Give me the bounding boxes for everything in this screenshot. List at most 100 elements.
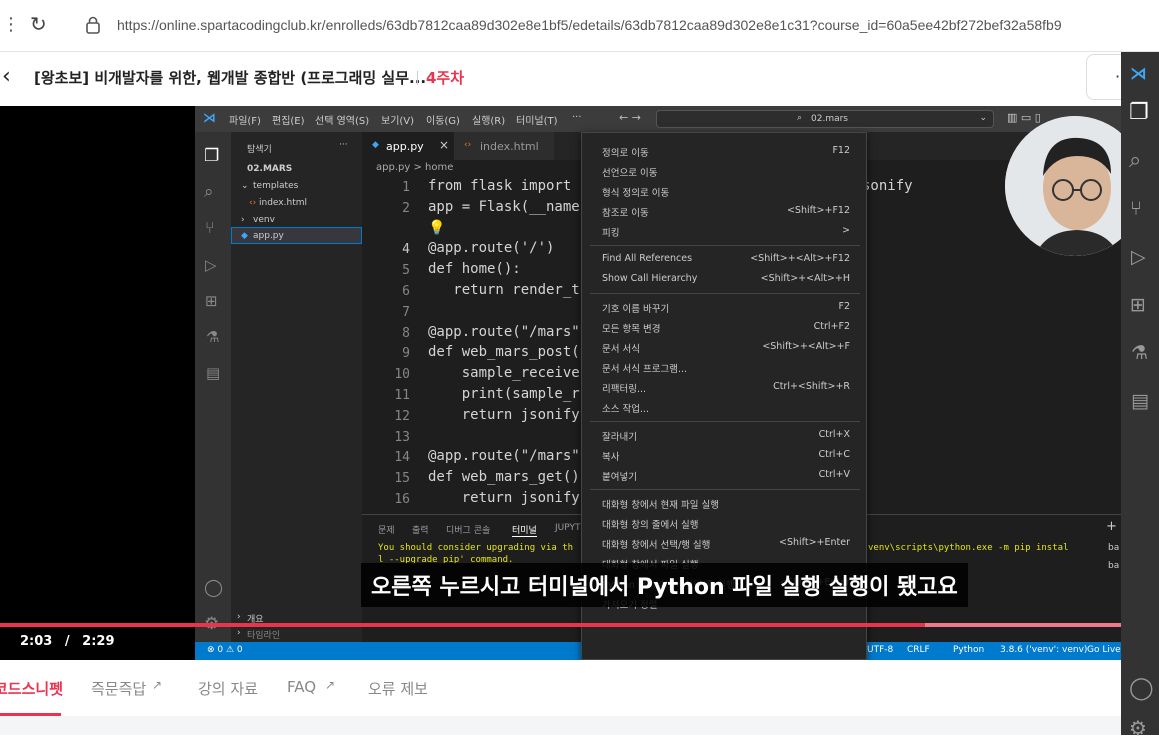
search-icon[interactable]: ⌕ [1129, 148, 1141, 173]
back-icon[interactable]: ‹ [2, 64, 11, 89]
chevron-right-icon: › [241, 215, 245, 225]
extensions-icon[interactable]: ⊞ [205, 292, 218, 310]
line-number: 9 [402, 346, 410, 362]
line-number: 5 [402, 263, 410, 279]
context-menu-item[interactable]: 형식 정의로 이동 [582, 182, 866, 200]
menu-selection[interactable]: 선택 영역(S) [315, 112, 369, 127]
context-menu-item[interactable]: 기호 이름 바꾸기 F2 [582, 298, 866, 316]
status-encoding[interactable]: UTF-8 [867, 645, 893, 655]
menu-terminal[interactable]: 터미널(T) [516, 112, 558, 127]
address-bar[interactable]: https://online.spartacodingclub.kr/enrol… [70, 8, 1120, 44]
context-menu-item[interactable]: 정의로 이동 F12 [582, 142, 866, 160]
command-search[interactable]: ⌕ 02.mars ⌄ [656, 110, 994, 128]
explorer-icon[interactable]: ❐ [204, 146, 219, 166]
tab-materials[interactable]: 강의 자료 [198, 678, 258, 699]
timeline-section[interactable]: 타임라인 [247, 628, 280, 641]
testing-icon[interactable]: ⚗ [206, 328, 219, 346]
tree-item-venv[interactable]: venv [253, 215, 275, 225]
tab-error-report[interactable]: 오류 제보 [368, 678, 428, 699]
code-line: def web_mars_post( [428, 344, 580, 361]
close-icon[interactable]: × [439, 138, 449, 152]
context-menu-shortcut: Ctrl+C [818, 449, 851, 460]
run-debug-icon[interactable]: ▷ [1131, 246, 1146, 268]
context-menu-item[interactable]: 붙여넣기 Ctrl+V [582, 466, 866, 484]
current-time: 2:03 [20, 634, 53, 649]
tree-item-index-html[interactable]: index.html [259, 198, 307, 208]
context-menu-item[interactable]: 대화형 창에서 현재 파일 실행 [582, 494, 866, 512]
context-menu-item[interactable]: 소스 작업... [582, 398, 866, 416]
context-menu-separator [590, 489, 860, 490]
context-menu-item[interactable]: Show Call Hierarchy <Shift>+<Alt>+H [582, 270, 866, 288]
context-menu-item[interactable]: 복사 Ctrl+C [582, 446, 866, 464]
course-header: ‹ [왕초보] 비개발자를 위한, 웹개발 종합반 (프로그래밍 실무... 4… [0, 52, 1159, 106]
status-golive[interactable]: Go Live [1087, 645, 1121, 655]
source-control-icon[interactable]: ⑂ [1130, 196, 1142, 220]
menu-view[interactable]: 보기(V) [381, 112, 414, 127]
panel-tab-terminal[interactable]: 터미널 [512, 523, 537, 537]
menu-edit[interactable]: 편집(E) [272, 112, 305, 127]
context-menu-item[interactable]: 모든 항목 변경 Ctrl+F2 [582, 318, 866, 336]
context-menu-item[interactable]: 피킹 > [582, 222, 866, 240]
menu-run[interactable]: 실행(R) [472, 112, 505, 127]
menu-icon[interactable]: ⋮ [2, 14, 20, 35]
tab-qna[interactable]: 즉문즉답 [91, 678, 146, 699]
tab-code-snippet[interactable]: 코드스니펫 [0, 678, 63, 699]
url-text: https://online.spartacodingclub.kr/enrol… [117, 17, 1062, 33]
nav-arrows-icon[interactable]: ← → [619, 111, 641, 124]
explorer-title: 탐색기 [247, 145, 272, 155]
context-menu-item[interactable]: 대화형 창의 줄에서 실행 [582, 514, 866, 532]
run-debug-icon[interactable]: ▷ [205, 256, 217, 274]
terminal-entry-1[interactable]: ba [1108, 543, 1119, 553]
menu-file[interactable]: 파일(F) [229, 112, 261, 127]
extensions-icon[interactable]: ⊞ [1130, 294, 1146, 316]
menu-go[interactable]: 이동(G) [426, 112, 460, 127]
context-menu-shortcut: <Shift>+<Alt>+F12 [750, 253, 850, 264]
explorer-icon[interactable]: ❐ [1129, 100, 1149, 125]
refresh-icon[interactable]: ↻ [30, 12, 47, 36]
terminal-entry-2[interactable]: ba [1108, 561, 1119, 571]
progress-bar[interactable] [0, 623, 1121, 627]
context-menu-item[interactable]: 참조로 이동 <Shift>+F12 [582, 202, 866, 220]
account-icon[interactable]: ◯ [1129, 676, 1154, 701]
title-divider [417, 71, 418, 85]
menu-more[interactable]: ··· [572, 112, 582, 123]
notebook-icon[interactable]: ▤ [1131, 390, 1149, 412]
html-file-icon: ‹› [464, 140, 472, 150]
search-icon[interactable]: ⌕ [204, 182, 214, 202]
add-terminal-icon[interactable]: + [1106, 519, 1117, 534]
context-menu-item[interactable]: 잘라내기 Ctrl+X [582, 426, 866, 444]
context-menu-item[interactable]: 문서 서식 프로그램... [582, 358, 866, 376]
line-number: 7 [402, 304, 410, 320]
context-menu-item[interactable]: 대화형 창에서 선택/행 실행 <Shift>+Enter [582, 534, 866, 552]
code-line: return render_t [428, 282, 580, 298]
source-control-icon[interactable]: ⑂ [205, 218, 215, 237]
python-file-icon: ◆ [241, 231, 248, 241]
status-interpreter[interactable]: 3.8.6 ('venv': venv) [1000, 645, 1087, 655]
tab-index-html[interactable]: ‹› index.html [454, 132, 554, 160]
tab-faq[interactable]: FAQ [287, 678, 316, 696]
status-eol[interactable]: CRLF [907, 645, 930, 655]
account-icon[interactable]: ◯ [204, 578, 223, 598]
tree-item-app-py[interactable]: app.py [253, 231, 284, 241]
video-player[interactable]: ⋊ 파일(F) 편집(E) 선택 영역(S) 보기(V) 이동(G) 실행(R)… [0, 106, 1121, 660]
tab-app-py[interactable]: ◆ app.py × [362, 132, 454, 160]
code-line-tail: sonify [862, 178, 913, 194]
tree-item-templates[interactable]: templates [253, 181, 298, 191]
panel-tab-output[interactable]: 출력 [412, 523, 429, 536]
panel-tab-problems[interactable]: 문제 [378, 523, 395, 536]
context-menu-item[interactable]: 문서 서식 <Shift>+<Alt>+F [582, 338, 866, 356]
context-menu-item[interactable]: 선언으로 이동 [582, 162, 866, 180]
context-menu-item[interactable]: 리팩터링... Ctrl+<Shift>+R [582, 378, 866, 396]
line-number: 10 [394, 367, 410, 383]
panel-tab-debug[interactable]: 디버그 콘솔 [446, 523, 490, 536]
code-line: def home(): [428, 261, 521, 278]
testing-icon[interactable]: ⚗ [1131, 342, 1148, 364]
context-menu-item[interactable]: Find All References <Shift>+<Alt>+F12 [582, 250, 866, 268]
status-problems[interactable]: ⊗ 0 ⚠ 0 [207, 645, 243, 655]
tree-item-02mars[interactable]: 02.MARS [247, 164, 292, 174]
explorer-more-icon[interactable]: ··· [339, 140, 348, 150]
notebook-icon[interactable]: ▤ [206, 364, 220, 382]
gear-icon[interactable]: ⚙ [1129, 716, 1147, 740]
layout-icons[interactable]: ▥ ▭ ▯ [1007, 111, 1041, 124]
status-language[interactable]: Python [953, 645, 984, 655]
